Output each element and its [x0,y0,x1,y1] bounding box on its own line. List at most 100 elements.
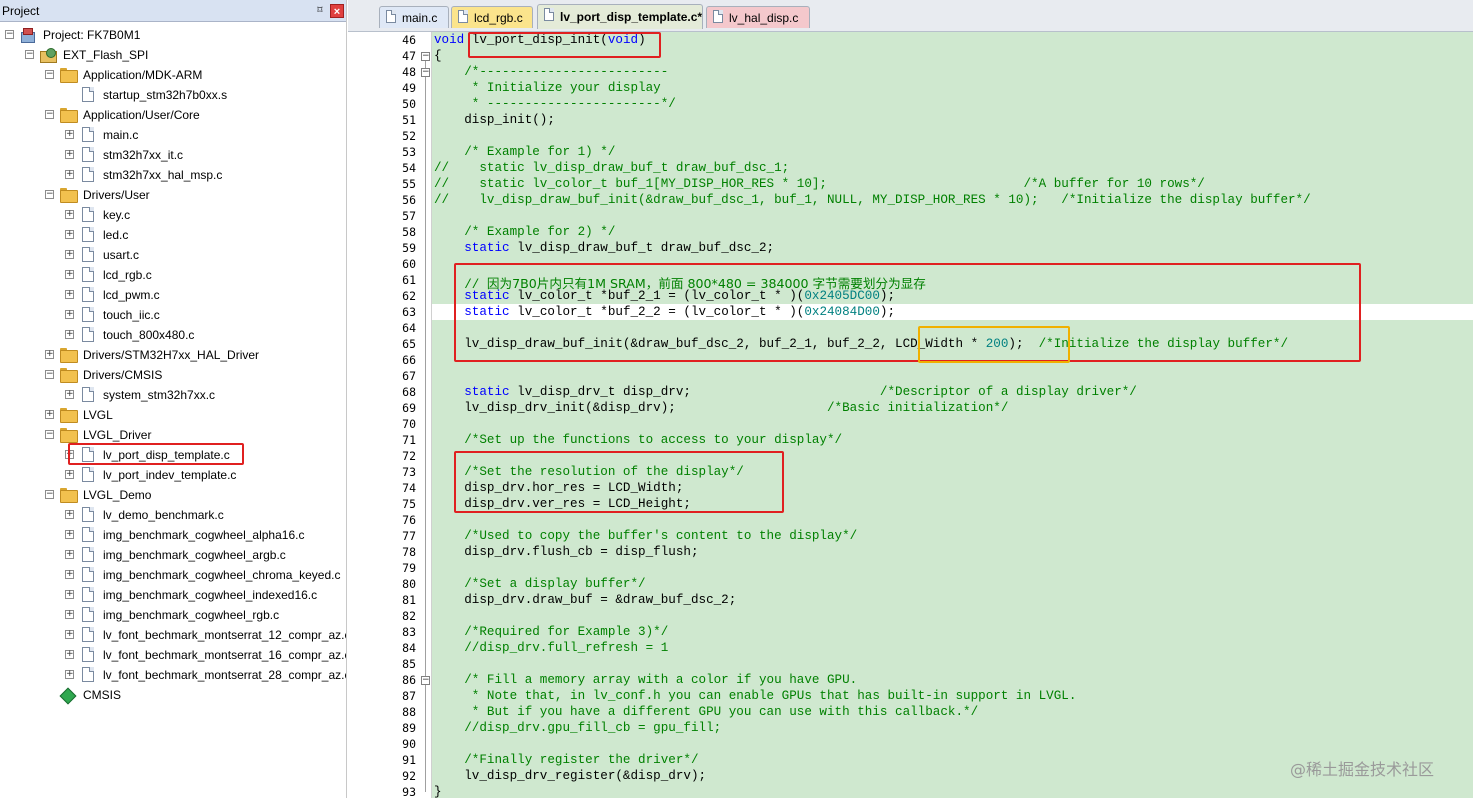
code-token: lv_disp_draw_buf_t draw_buf_dsc_2; [517,241,775,255]
tree-item[interactable]: + img_benchmark_cogwheel_alpha16.c [0,525,346,545]
tree-item[interactable]: + stm32h7xx_it.c [0,145,346,165]
tree-item[interactable]: − EXT_Flash_SPI [0,45,346,65]
collapse-icon[interactable]: − [5,30,14,39]
code-line: 49 * Initialize your display [348,80,1473,96]
tree-item[interactable]: + lv_font_bechmark_montserrat_16_compr_az… [0,645,346,665]
tree-item[interactable]: + Drivers/STM32H7xx_HAL_Driver [0,345,346,365]
tree-item[interactable]: startup_stm32h7b0xx.s [0,85,346,105]
expand-icon[interactable]: + [65,630,74,639]
collapse-icon[interactable]: − [25,50,34,59]
code-token: disp_init(); [434,113,555,127]
tree-item[interactable]: + lcd_pwm.c [0,285,346,305]
expand-icon[interactable]: + [65,570,74,579]
code-token: void [607,33,639,47]
line-number: 56 [402,193,416,207]
expand-icon[interactable]: + [65,650,74,659]
code-line: 50 * -----------------------*/ [348,96,1473,112]
tree-item[interactable]: + lv_font_bechmark_montserrat_28_compr_az… [0,665,347,685]
expand-icon[interactable]: + [65,670,74,679]
expand-icon[interactable]: + [65,530,74,539]
expand-icon[interactable]: + [65,270,74,279]
tree-item[interactable]: + lv_demo_benchmark.c [0,505,346,525]
tree-item[interactable]: + lv_port_indev_template.c [0,465,346,485]
code-token: /*Set up the functions to access to your… [434,433,843,447]
tree-item[interactable]: − Drivers/CMSIS [0,365,346,385]
expand-icon[interactable]: + [65,510,74,519]
code-editor[interactable]: − − − 46 void lv_port_disp_init(void) 47{4… [348,32,1473,798]
code-text: { [434,49,442,63]
expand-icon[interactable]: + [65,130,74,139]
tree-item[interactable]: − Application/MDK-ARM [0,65,346,85]
code-token: //disp_drv.full_refresh = 1 [434,641,669,655]
file-icon [544,8,554,21]
code-line: 46 void lv_port_disp_init(void) [348,32,1473,48]
collapse-icon[interactable]: − [45,70,54,79]
expand-icon[interactable]: + [65,610,74,619]
expand-icon[interactable]: + [65,170,74,179]
collapse-icon[interactable]: − [45,490,54,499]
tree-item[interactable]: − LVGL_Demo [0,485,346,505]
tree-item[interactable]: + system_stm32h7xx.c [0,385,346,405]
line-number: 86 [402,673,416,687]
tree-item[interactable]: + main.c [0,125,346,145]
tab-lcd-rgb-c[interactable]: lcd_rgb.c [451,6,533,28]
expand-icon[interactable]: + [65,250,74,259]
tree-item[interactable]: + usart.c [0,245,346,265]
expand-icon[interactable]: + [65,230,74,239]
tree-item[interactable]: − Application/User/Core [0,105,346,125]
expand-icon[interactable]: + [65,470,74,479]
expand-icon[interactable]: + [65,310,74,319]
tab-lv-hal-disp-c[interactable]: lv_hal_disp.c [706,6,810,28]
tree-item[interactable]: + lcd_rgb.c [0,265,346,285]
expand-icon[interactable]: + [65,550,74,559]
file-icon [82,447,94,462]
collapse-icon[interactable]: − [45,370,54,379]
expand-icon[interactable]: + [65,390,74,399]
code-token: * Note that, in lv_conf.h you can enable… [434,689,1077,703]
tree-item[interactable]: − Drivers/User [0,185,346,205]
tree-item-label: lv_font_bechmark_montserrat_28_compr_az.… [103,668,347,682]
tab-main-c[interactable]: main.c [379,6,449,28]
tree-item-label: LVGL [83,408,113,422]
code-text: /*------------------------- [434,65,668,79]
collapse-icon[interactable]: − [45,190,54,199]
expand-icon[interactable]: + [65,590,74,599]
tree-item[interactable]: + lv_font_bechmark_montserrat_12_compr_az… [0,625,347,645]
tree-item[interactable]: − LVGL_Driver [0,425,346,445]
code-token: disp_drv.draw_buf = &draw_buf_dsc_2; [434,593,737,607]
file-icon [82,147,94,162]
tree-item[interactable]: CMSIS [0,685,346,705]
line-number: 50 [402,97,416,111]
code-text: * But if you have a different GPU you ca… [434,705,978,719]
expand-icon[interactable]: + [65,290,74,299]
expand-icon[interactable]: + [65,450,74,459]
tree-item[interactable]: + stm32h7xx_hal_msp.c [0,165,346,185]
close-icon[interactable]: × [330,4,344,18]
tree-item[interactable]: + touch_800x480.c [0,325,346,345]
collapse-icon[interactable]: − [45,110,54,119]
expand-icon[interactable]: + [65,330,74,339]
expand-icon[interactable]: + [45,350,54,359]
code-text: /*Set up the functions to access to your… [434,433,842,447]
tree-item[interactable]: + led.c [0,225,346,245]
tree-item[interactable]: + img_benchmark_cogwheel_chroma_keyed.c [0,565,346,585]
tree-item-label: stm32h7xx_it.c [103,148,184,162]
tree-item-label: lv_font_bechmark_montserrat_12_compr_az.… [103,628,347,642]
code-text: /* Example for 1) */ [434,145,615,159]
tree-item[interactable]: − Project: FK7B0M1 [0,25,346,45]
expand-icon[interactable]: + [45,410,54,419]
tree-item[interactable]: + img_benchmark_cogwheel_indexed16.c [0,585,346,605]
tree-item[interactable]: + img_benchmark_cogwheel_rgb.c [0,605,346,625]
pin-icon[interactable]: ⌑ [313,4,327,18]
tree-item[interactable]: + img_benchmark_cogwheel_argb.c [0,545,346,565]
tab-lv-port-disp-template-c[interactable]: lv_port_disp_template.c* [537,4,703,29]
code-line: 69 lv_disp_drv_init(&disp_drv); /*Basic … [348,400,1473,416]
tree-item[interactable]: + touch_iic.c [0,305,346,325]
tree-item[interactable]: + LVGL [0,405,346,425]
tree-item[interactable]: + key.c [0,205,346,225]
collapse-icon[interactable]: − [45,430,54,439]
expand-icon[interactable]: + [65,150,74,159]
expand-icon[interactable]: + [65,210,74,219]
file-icon [386,10,396,23]
tree-item[interactable]: + lv_port_disp_template.c [0,445,346,465]
